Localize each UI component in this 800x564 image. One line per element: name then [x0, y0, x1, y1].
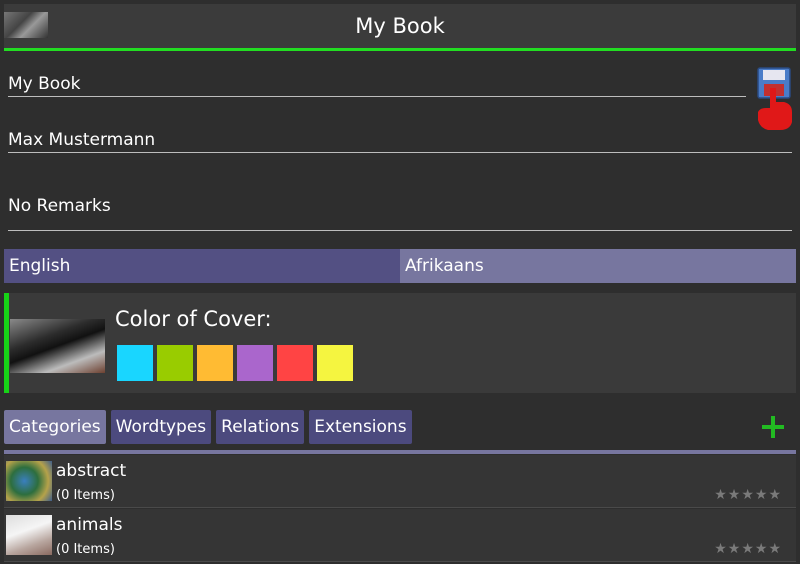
remarks-field[interactable]: No Remarks: [8, 196, 792, 231]
rating-stars[interactable]: ★★★★★: [714, 487, 782, 503]
target-language[interactable]: Afrikaans: [400, 249, 796, 283]
plus-icon: [762, 416, 784, 438]
category-name: abstract: [56, 461, 127, 481]
color-swatch-4[interactable]: [277, 345, 313, 381]
cover-color-label: Color of Cover:: [115, 307, 272, 331]
app-bar: My Book: [4, 4, 796, 51]
cover-selected-indicator: [4, 293, 9, 393]
author-field[interactable]: Max Mustermann: [8, 130, 792, 153]
category-thumbnail: [6, 515, 52, 555]
floppy-disk-save-icon: [757, 67, 792, 130]
tab-categories[interactable]: Categories: [4, 410, 106, 444]
color-swatches: [117, 345, 353, 381]
category-thumbnail: [6, 461, 52, 501]
cover-image[interactable]: [10, 319, 105, 373]
color-swatch-3[interactable]: [237, 345, 273, 381]
color-swatch-1[interactable]: [157, 345, 193, 381]
source-language[interactable]: English: [4, 249, 400, 283]
tab-extensions[interactable]: Extensions: [309, 410, 412, 444]
color-swatch-5[interactable]: [317, 345, 353, 381]
tab-bar: Categories Wordtypes Relations Extensions: [4, 410, 412, 444]
language-bar: English Afrikaans: [4, 249, 796, 283]
tab-relations[interactable]: Relations: [216, 410, 305, 444]
color-swatch-2[interactable]: [197, 345, 233, 381]
category-count: (0 Items): [56, 488, 115, 503]
category-item-animals[interactable]: animals (0 Items) ★★★★★: [4, 509, 796, 562]
save-button[interactable]: [756, 66, 796, 134]
category-count: (0 Items): [56, 542, 115, 557]
rating-stars[interactable]: ★★★★★: [714, 541, 782, 557]
category-name: animals: [56, 515, 123, 535]
category-item-abstract[interactable]: abstract (0 Items) ★★★★★: [4, 455, 796, 508]
page-title: My Book: [355, 14, 445, 38]
cover-panel: Color of Cover:: [4, 293, 796, 393]
book-title-field[interactable]: My Book: [8, 74, 746, 97]
tab-wordtypes[interactable]: Wordtypes: [110, 410, 212, 444]
tabs-underline: [4, 450, 796, 454]
add-button[interactable]: [760, 414, 786, 440]
color-swatch-0[interactable]: [117, 345, 153, 381]
